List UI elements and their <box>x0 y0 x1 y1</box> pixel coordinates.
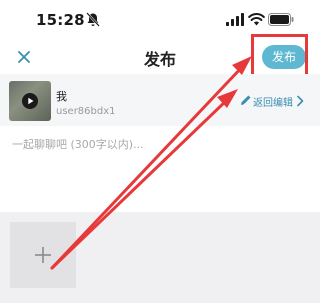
post-author-name: 我 <box>56 90 67 103</box>
battery-icon <box>268 13 294 26</box>
status-time: 15:28 <box>36 11 85 29</box>
bell-muted-icon <box>86 12 100 27</box>
play-icon <box>22 93 38 109</box>
chevron-right-icon[interactable] <box>296 95 304 107</box>
wifi-icon <box>248 13 265 26</box>
signal-icon <box>226 13 244 26</box>
post-content-input[interactable]: 一起聊聊吧 (300字以内)... <box>12 136 302 152</box>
video-thumbnail[interactable] <box>9 81 51 121</box>
plus-icon <box>35 247 51 263</box>
add-media-button[interactable] <box>10 222 76 288</box>
pencil-icon <box>241 95 251 105</box>
post-card[interactable]: 我 user86bdx1 返回编辑 <box>0 74 320 126</box>
return-edit-label: 返回编辑 <box>253 98 293 109</box>
post-username: user86bdx1 <box>56 106 116 117</box>
